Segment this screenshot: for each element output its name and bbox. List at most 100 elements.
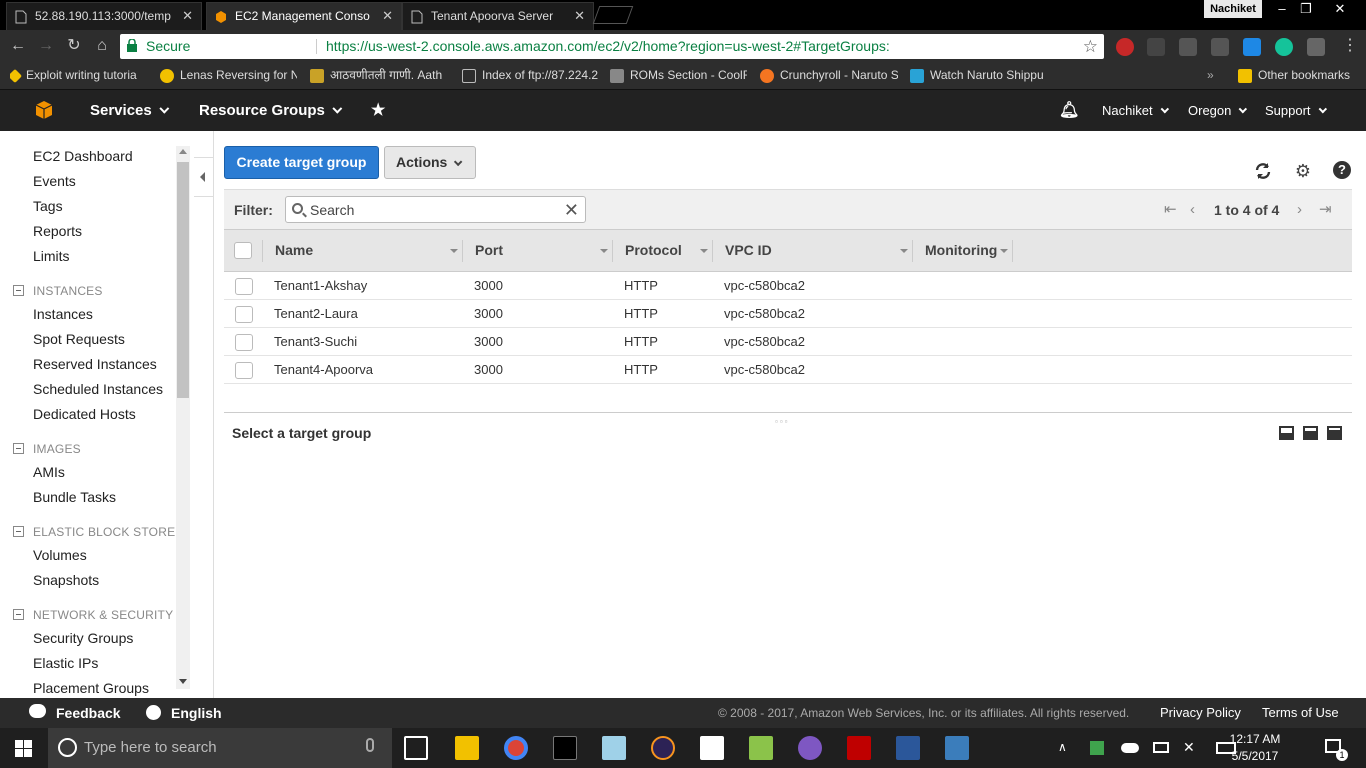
scrollbar-thumb[interactable] <box>177 162 189 398</box>
row-checkbox[interactable] <box>235 362 253 379</box>
region-menu[interactable]: Oregon <box>1188 90 1248 131</box>
collapse-section-icon[interactable] <box>13 285 24 296</box>
spreadsheet-icon[interactable] <box>749 736 773 760</box>
vpn-extension-icon[interactable] <box>1243 38 1261 56</box>
bookmark-star-icon[interactable]: ☆ <box>1083 34 1098 59</box>
close-window-icon[interactable]: ✕ <box>1328 0 1352 18</box>
restore-icon[interactable]: ❐ <box>1294 0 1318 18</box>
close-tab-icon[interactable]: ✕ <box>182 3 193 29</box>
row-checkbox[interactable] <box>235 278 253 295</box>
column-header-monitoring[interactable]: Monitoring <box>925 230 997 271</box>
menu-dots-icon[interactable]: ⋮ <box>1340 36 1360 56</box>
sidebar-item-reports[interactable]: Reports <box>33 223 82 239</box>
grid-extension-icon[interactable] <box>1179 38 1197 56</box>
sort-caret-icon[interactable] <box>1000 249 1008 253</box>
sidebar-item-dedicated-hosts[interactable]: Dedicated Hosts <box>33 406 136 422</box>
feedback-link[interactable]: Feedback <box>56 698 121 728</box>
row-checkbox[interactable] <box>235 334 253 351</box>
sidebar-item-tags[interactable]: Tags <box>33 198 63 214</box>
bookmark-item[interactable]: Watch Naruto Shippu <box>910 63 1047 89</box>
sidebar-scrollbar[interactable] <box>176 146 190 689</box>
home-icon[interactable]: ⌂ <box>92 36 112 56</box>
dropbox-extension-icon[interactable] <box>1147 38 1165 56</box>
support-menu[interactable]: Support <box>1265 90 1327 131</box>
resize-grip-icon[interactable]: ▫▫▫ <box>775 417 790 426</box>
terminal-icon[interactable] <box>553 736 577 760</box>
url-text[interactable]: https://us-west-2.console.aws.amazon.com… <box>326 34 890 59</box>
create-target-group-button[interactable]: Create target group <box>224 146 379 179</box>
column-header-name[interactable]: Name <box>275 230 313 271</box>
sort-caret-icon[interactable] <box>600 249 608 253</box>
terms-of-use-link[interactable]: Terms of Use <box>1262 698 1339 728</box>
layout-split-pane-icon[interactable] <box>1303 426 1318 440</box>
pin-icon[interactable]: ★ <box>371 90 385 131</box>
scroll-up-icon[interactable] <box>179 149 187 154</box>
row-checkbox[interactable] <box>235 306 253 323</box>
table-row[interactable]: Tenant1-Akshay 3000 HTTP vpc-c580bca2 <box>224 272 1352 300</box>
sidebar-item-security-groups[interactable]: Security Groups <box>33 630 133 646</box>
volume-muted-icon[interactable]: ✕ <box>1183 739 1195 756</box>
browser-tab-3[interactable]: Tenant Apoorva Server ✕ <box>402 2 594 30</box>
select-all-checkbox[interactable] <box>234 242 252 259</box>
column-header-vpc-id[interactable]: VPC ID <box>725 230 772 271</box>
notepad-icon[interactable] <box>602 736 626 760</box>
file-explorer-icon[interactable] <box>455 736 479 760</box>
bookmark-item[interactable]: आठवणीतली गाणी. Aath <box>310 63 450 89</box>
task-view-icon[interactable] <box>404 736 428 760</box>
github-desktop-icon[interactable] <box>798 736 822 760</box>
document-icon[interactable] <box>700 736 724 760</box>
search-box[interactable]: ✕ <box>285 196 586 223</box>
bookmark-item[interactable]: ROMs Section - CoolR <box>610 63 747 89</box>
sort-caret-icon[interactable] <box>900 249 908 253</box>
collapse-sidebar-button[interactable] <box>194 157 214 197</box>
bookmark-item[interactable]: Exploit writing tutoria <box>10 63 150 89</box>
onedrive-icon[interactable] <box>1121 743 1139 753</box>
table-row[interactable]: Tenant4-Apoorva 3000 HTTP vpc-c580bca2 <box>224 356 1352 384</box>
other-bookmarks-folder[interactable]: Other bookmarks <box>1238 63 1358 89</box>
sidebar-item-ec2-dashboard[interactable]: EC2 Dashboard <box>33 148 133 164</box>
new-tab-button[interactable] <box>592 6 634 24</box>
microphone-icon[interactable] <box>366 738 374 752</box>
feedback-bubble-icon[interactable] <box>29 704 46 718</box>
sidebar-item-placement-groups[interactable]: Placement Groups <box>33 680 149 696</box>
first-page-icon[interactable]: ⇤ <box>1164 190 1177 230</box>
split-pane-divider[interactable] <box>224 412 1352 413</box>
clear-search-icon[interactable]: ✕ <box>564 197 579 223</box>
back-icon[interactable]: ← <box>8 36 28 56</box>
chat-extension-icon[interactable] <box>1307 38 1325 56</box>
last-page-icon[interactable]: ⇥ <box>1319 190 1332 230</box>
ublock-extension-icon[interactable] <box>1116 38 1134 56</box>
word-icon[interactable] <box>896 736 920 760</box>
browser-tab-2[interactable]: EC2 Management Conso ✕ <box>206 2 402 30</box>
profile-button[interactable]: Nachiket <box>1204 0 1262 18</box>
sidebar-item-spot-requests[interactable]: Spot Requests <box>33 331 125 347</box>
windows-start-icon[interactable] <box>15 740 32 757</box>
chrome-icon[interactable] <box>504 736 528 760</box>
reload-icon[interactable]: ↻ <box>64 36 84 56</box>
account-menu[interactable]: Nachiket <box>1102 90 1169 131</box>
resource-groups-menu[interactable]: Resource Groups <box>199 90 343 131</box>
minimize-icon[interactable]: – <box>1270 0 1294 18</box>
notification-bell-icon[interactable]: 🔔︎ <box>1059 90 1079 131</box>
collapse-section-icon[interactable] <box>13 609 24 620</box>
dropbox-tray-icon[interactable] <box>1090 741 1104 755</box>
clock[interactable]: 12:17 AM 5/5/2017 <box>1228 731 1282 765</box>
battery-icon[interactable] <box>1153 742 1169 753</box>
column-header-protocol[interactable]: Protocol <box>625 230 682 271</box>
privacy-policy-link[interactable]: Privacy Policy <box>1160 698 1241 728</box>
scroll-down-icon[interactable] <box>179 679 187 684</box>
sort-caret-icon[interactable] <box>450 249 458 253</box>
layout-bottom-pane-icon[interactable] <box>1279 426 1294 440</box>
sidebar-item-events[interactable]: Events <box>33 173 76 189</box>
sidebar-item-bundle-tasks[interactable]: Bundle Tasks <box>33 489 116 505</box>
help-icon[interactable]: ? <box>1333 161 1351 179</box>
location-extension-icon[interactable] <box>1211 38 1229 56</box>
layout-full-pane-icon[interactable] <box>1327 426 1342 440</box>
close-tab-icon[interactable]: ✕ <box>574 3 585 29</box>
bookmark-item[interactable]: Lenas Reversing for N <box>160 63 297 89</box>
services-menu[interactable]: Services <box>90 90 170 131</box>
sidebar-item-scheduled-instances[interactable]: Scheduled Instances <box>33 381 163 397</box>
language-selector[interactable]: English <box>171 698 222 728</box>
sidebar-item-instances[interactable]: Instances <box>33 306 93 322</box>
show-hidden-icons-icon[interactable]: ∧ <box>1058 740 1067 754</box>
